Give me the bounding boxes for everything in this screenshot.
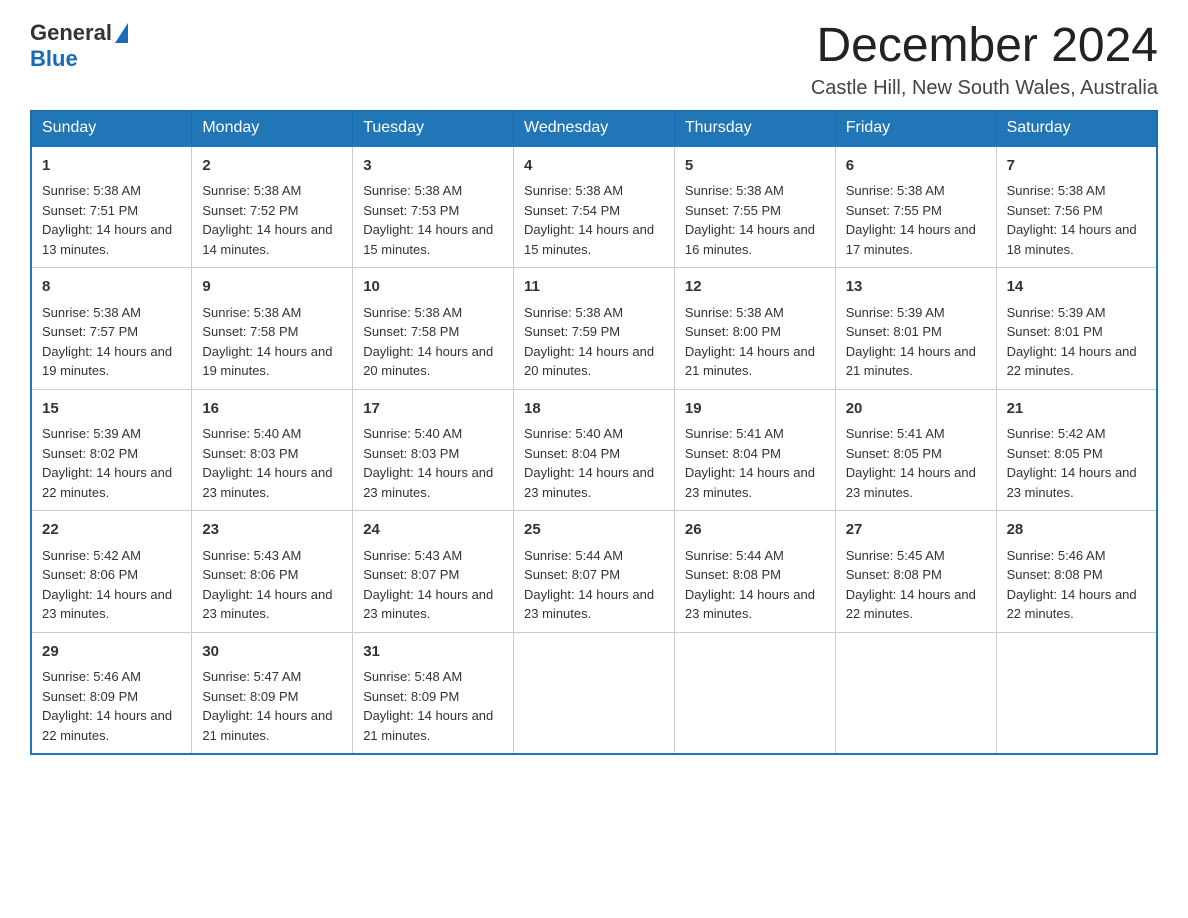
day-number: 19 (685, 398, 825, 421)
calendar-cell: 28Sunrise: 5:46 AMSunset: 8:08 PMDayligh… (996, 511, 1157, 633)
day-number: 24 (363, 519, 503, 542)
calendar-cell: 15Sunrise: 5:39 AMSunset: 8:02 PMDayligh… (31, 389, 192, 511)
day-number: 6 (846, 155, 986, 178)
logo-blue-text: Blue (30, 46, 78, 72)
calendar-cell: 27Sunrise: 5:45 AMSunset: 8:08 PMDayligh… (835, 511, 996, 633)
calendar-cell: 20Sunrise: 5:41 AMSunset: 8:05 PMDayligh… (835, 389, 996, 511)
week-row-2: 8Sunrise: 5:38 AMSunset: 7:57 PMDaylight… (31, 268, 1157, 390)
logo-general-text: General (30, 20, 112, 46)
calendar-cell: 4Sunrise: 5:38 AMSunset: 7:54 PMDaylight… (514, 146, 675, 268)
calendar-cell: 7Sunrise: 5:38 AMSunset: 7:56 PMDaylight… (996, 146, 1157, 268)
page-header: General Blue December 2024 Castle Hill, … (30, 20, 1158, 100)
calendar-cell: 2Sunrise: 5:38 AMSunset: 7:52 PMDaylight… (192, 146, 353, 268)
calendar-cell (835, 632, 996, 754)
week-row-5: 29Sunrise: 5:46 AMSunset: 8:09 PMDayligh… (31, 632, 1157, 754)
calendar-cell: 14Sunrise: 5:39 AMSunset: 8:01 PMDayligh… (996, 268, 1157, 390)
calendar-cell: 17Sunrise: 5:40 AMSunset: 8:03 PMDayligh… (353, 389, 514, 511)
day-number: 12 (685, 276, 825, 299)
calendar-cell: 25Sunrise: 5:44 AMSunset: 8:07 PMDayligh… (514, 511, 675, 633)
day-number: 2 (202, 155, 342, 178)
calendar-cell: 1Sunrise: 5:38 AMSunset: 7:51 PMDaylight… (31, 146, 192, 268)
day-number: 25 (524, 519, 664, 542)
calendar-cell: 5Sunrise: 5:38 AMSunset: 7:55 PMDaylight… (674, 146, 835, 268)
calendar-cell: 3Sunrise: 5:38 AMSunset: 7:53 PMDaylight… (353, 146, 514, 268)
logo: General Blue (30, 20, 128, 72)
header-thursday: Thursday (674, 110, 835, 146)
day-number: 1 (42, 155, 181, 178)
calendar-cell: 24Sunrise: 5:43 AMSunset: 8:07 PMDayligh… (353, 511, 514, 633)
calendar-cell (996, 632, 1157, 754)
day-number: 3 (363, 155, 503, 178)
header-wednesday: Wednesday (514, 110, 675, 146)
calendar-cell: 6Sunrise: 5:38 AMSunset: 7:55 PMDaylight… (835, 146, 996, 268)
day-number: 5 (685, 155, 825, 178)
title-area: December 2024 Castle Hill, New South Wal… (811, 20, 1158, 100)
day-number: 13 (846, 276, 986, 299)
week-row-3: 15Sunrise: 5:39 AMSunset: 8:02 PMDayligh… (31, 389, 1157, 511)
day-number: 27 (846, 519, 986, 542)
calendar-cell: 26Sunrise: 5:44 AMSunset: 8:08 PMDayligh… (674, 511, 835, 633)
calendar-header-row: SundayMondayTuesdayWednesdayThursdayFrid… (31, 110, 1157, 146)
day-number: 10 (363, 276, 503, 299)
header-sunday: Sunday (31, 110, 192, 146)
day-number: 21 (1007, 398, 1146, 421)
day-number: 8 (42, 276, 181, 299)
header-tuesday: Tuesday (353, 110, 514, 146)
header-monday: Monday (192, 110, 353, 146)
calendar-cell: 13Sunrise: 5:39 AMSunset: 8:01 PMDayligh… (835, 268, 996, 390)
calendar-cell: 21Sunrise: 5:42 AMSunset: 8:05 PMDayligh… (996, 389, 1157, 511)
day-number: 28 (1007, 519, 1146, 542)
calendar-cell: 23Sunrise: 5:43 AMSunset: 8:06 PMDayligh… (192, 511, 353, 633)
calendar-table: SundayMondayTuesdayWednesdayThursdayFrid… (30, 110, 1158, 756)
calendar-cell: 8Sunrise: 5:38 AMSunset: 7:57 PMDaylight… (31, 268, 192, 390)
month-title: December 2024 (811, 20, 1158, 73)
week-row-4: 22Sunrise: 5:42 AMSunset: 8:06 PMDayligh… (31, 511, 1157, 633)
day-number: 23 (202, 519, 342, 542)
day-number: 14 (1007, 276, 1146, 299)
day-number: 7 (1007, 155, 1146, 178)
calendar-cell: 31Sunrise: 5:48 AMSunset: 8:09 PMDayligh… (353, 632, 514, 754)
calendar-cell: 10Sunrise: 5:38 AMSunset: 7:58 PMDayligh… (353, 268, 514, 390)
calendar-cell: 11Sunrise: 5:38 AMSunset: 7:59 PMDayligh… (514, 268, 675, 390)
calendar-cell: 30Sunrise: 5:47 AMSunset: 8:09 PMDayligh… (192, 632, 353, 754)
location-title: Castle Hill, New South Wales, Australia (811, 77, 1158, 100)
calendar-cell: 19Sunrise: 5:41 AMSunset: 8:04 PMDayligh… (674, 389, 835, 511)
day-number: 17 (363, 398, 503, 421)
day-number: 29 (42, 641, 181, 664)
day-number: 15 (42, 398, 181, 421)
day-number: 26 (685, 519, 825, 542)
calendar-cell: 9Sunrise: 5:38 AMSunset: 7:58 PMDaylight… (192, 268, 353, 390)
day-number: 4 (524, 155, 664, 178)
calendar-cell: 29Sunrise: 5:46 AMSunset: 8:09 PMDayligh… (31, 632, 192, 754)
day-number: 18 (524, 398, 664, 421)
calendar-cell (514, 632, 675, 754)
calendar-cell: 12Sunrise: 5:38 AMSunset: 8:00 PMDayligh… (674, 268, 835, 390)
day-number: 20 (846, 398, 986, 421)
calendar-cell: 18Sunrise: 5:40 AMSunset: 8:04 PMDayligh… (514, 389, 675, 511)
calendar-cell (674, 632, 835, 754)
calendar-cell: 16Sunrise: 5:40 AMSunset: 8:03 PMDayligh… (192, 389, 353, 511)
week-row-1: 1Sunrise: 5:38 AMSunset: 7:51 PMDaylight… (31, 146, 1157, 268)
day-number: 9 (202, 276, 342, 299)
day-number: 31 (363, 641, 503, 664)
day-number: 16 (202, 398, 342, 421)
day-number: 11 (524, 276, 664, 299)
header-saturday: Saturday (996, 110, 1157, 146)
day-number: 30 (202, 641, 342, 664)
calendar-cell: 22Sunrise: 5:42 AMSunset: 8:06 PMDayligh… (31, 511, 192, 633)
header-friday: Friday (835, 110, 996, 146)
day-number: 22 (42, 519, 181, 542)
